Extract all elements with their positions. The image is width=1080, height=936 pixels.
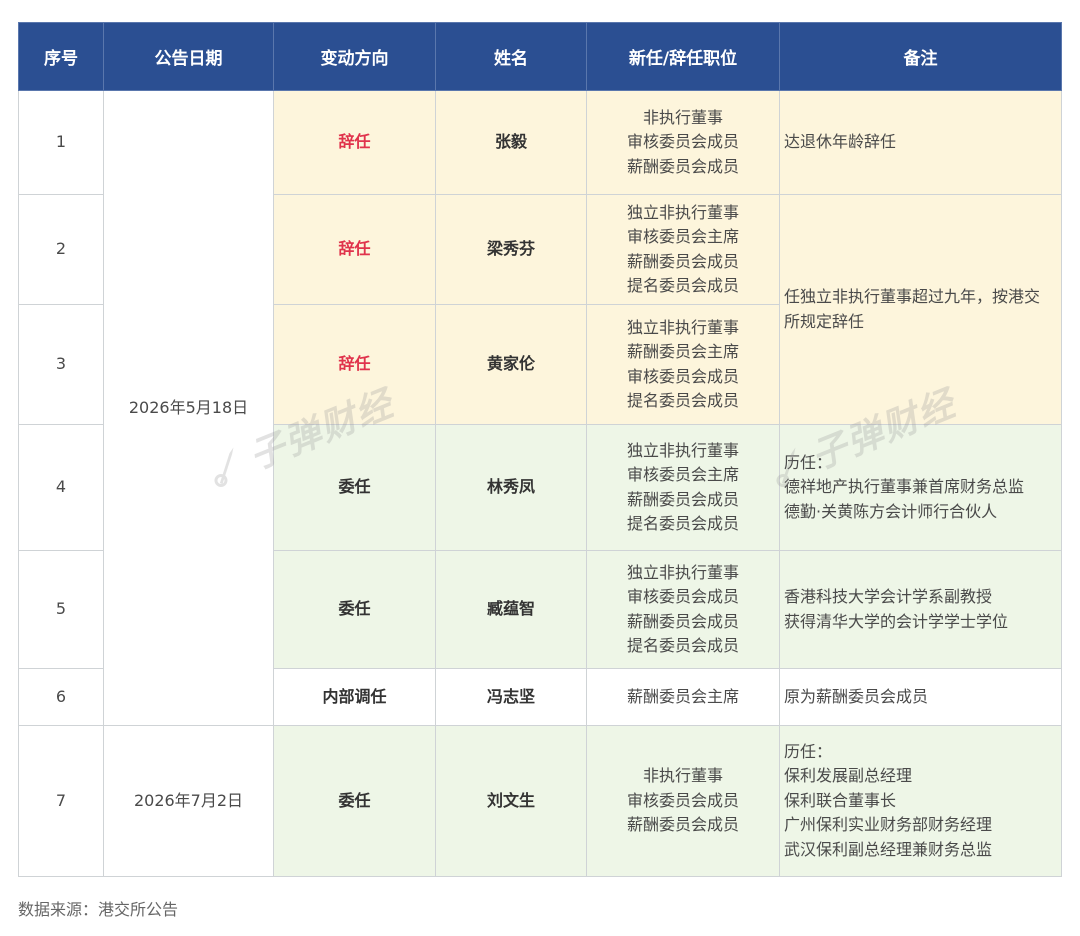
row-no: 7 [18, 725, 104, 877]
position-line: 审核委员会成员 [626, 132, 739, 152]
change-direction: 辞任 [273, 90, 436, 195]
position-line: 薪酬委员会主席 [626, 342, 739, 361]
person-name: 刘文生 [435, 725, 587, 877]
remark: 历任： 保利发展副总经理 保利联合董事长 广州保利实业财务部财务经理 武汉保利副… [779, 725, 1062, 877]
position-line: 审核委员会成员 [626, 790, 739, 810]
remark: 原为薪酬委员会成员 [779, 668, 1062, 726]
position-line: 薪酬委员会成员 [626, 611, 739, 631]
appointment-table-container: 序号 公告日期 变动方向 姓名 新任/辞任职位 备注 1 2026年5月18日 … [18, 22, 1062, 877]
row-no: 4 [18, 424, 104, 551]
position-line: 审核委员会成员 [626, 366, 739, 386]
remark-merged: 任独立非执行董事超过九年，按港交 所规定辞任 [779, 194, 1062, 425]
position-line: 独立非执行董事 [626, 440, 739, 460]
change-direction: 委任 [273, 424, 436, 551]
table-row: 7 2026年7月2日 委任 刘文生 非执行董事 审核委员会成员 薪酬委员会成员… [18, 725, 1062, 877]
position-line: 薪酬委员会成员 [626, 489, 739, 509]
remark-line: 德祥地产执行董事兼首席财务总监 [784, 477, 1025, 497]
position-line: 提名委员会成员 [626, 391, 739, 410]
remark-line: 获得清华大学的会计学学士学位 [784, 611, 1009, 631]
position-line: 提名委员会成员 [626, 636, 739, 655]
position-line: 审核委员会主席 [626, 465, 739, 484]
header-name: 姓名 [435, 22, 587, 91]
remark-line: 历任： [784, 741, 833, 761]
position-line: 薪酬委员会成员 [626, 815, 739, 835]
position-line: 非执行董事 [642, 766, 723, 786]
announcement-date: 2026年5月18日 [103, 90, 274, 726]
row-no: 1 [18, 90, 104, 195]
change-direction: 委任 [273, 725, 436, 877]
positions: 薪酬委员会主席 [586, 668, 780, 726]
remark-line: 广州保利实业财务部财务经理 [784, 815, 993, 835]
remark-line: 保利联合董事长 [784, 790, 897, 810]
row-no: 2 [18, 194, 104, 305]
position-line: 非执行董事 [642, 107, 723, 127]
header-remark: 备注 [779, 22, 1062, 91]
position-line: 薪酬委员会成员 [626, 156, 739, 176]
remark-line: 保利发展副总经理 [784, 766, 913, 786]
person-name: 黄家伦 [435, 304, 587, 425]
positions: 非执行董事 审核委员会成员 薪酬委员会成员 [586, 725, 780, 877]
positions: 独立非执行董事 审核委员会主席 薪酬委员会成员 提名委员会成员 [586, 424, 780, 551]
person-name: 林秀凤 [435, 424, 587, 551]
change-direction: 辞任 [273, 194, 436, 305]
remark-line: 原为薪酬委员会成员 [784, 686, 929, 706]
row-no: 5 [18, 550, 104, 669]
table-row: 1 2026年5月18日 辞任 张毅 非执行董事 审核委员会成员 薪酬委员会成员… [18, 90, 1062, 726]
remark-line: 香港科技大学会计学系副教授 [784, 587, 993, 606]
remark-line: 所规定辞任 [784, 311, 865, 331]
header-date: 公告日期 [103, 22, 274, 91]
remark: 香港科技大学会计学系副教授 获得清华大学的会计学学士学位 [779, 550, 1062, 669]
position-line: 审核委员会主席 [626, 227, 739, 246]
positions: 非执行董事 审核委员会成员 薪酬委员会成员 [586, 90, 780, 195]
remark: 历任： 德祥地产执行董事兼首席财务总监 德勤·关黄陈方会计师行合伙人 [779, 424, 1062, 551]
person-name: 臧蕴智 [435, 550, 587, 669]
board-change-table: 序号 公告日期 变动方向 姓名 新任/辞任职位 备注 1 2026年5月18日 … [18, 22, 1062, 877]
position-line: 提名委员会成员 [626, 276, 739, 295]
position-line: 薪酬委员会成员 [626, 251, 739, 271]
remark-line: 达退休年龄辞任 [784, 132, 897, 152]
remark-line: 武汉保利副总经理兼财务总监 [784, 839, 993, 859]
row-no: 6 [18, 668, 104, 726]
header-direction: 变动方向 [273, 22, 436, 91]
row-no: 3 [18, 304, 104, 425]
announcement-date: 2026年7月2日 [103, 725, 274, 877]
position-line: 审核委员会成员 [626, 587, 739, 606]
position-line: 薪酬委员会主席 [626, 686, 739, 706]
header-position: 新任/辞任职位 [586, 22, 780, 91]
position-line: 独立非执行董事 [626, 202, 739, 222]
header-no: 序号 [18, 22, 104, 91]
remark-line: 任独立非执行董事超过九年，按港交 [784, 287, 1041, 306]
remark-line: 历任： [784, 452, 833, 472]
positions: 独立非执行董事 审核委员会主席 薪酬委员会成员 提名委员会成员 [586, 194, 780, 305]
remark-line: 德勤·关黄陈方会计师行合伙人 [784, 501, 998, 521]
change-direction: 辞任 [273, 304, 436, 425]
change-direction: 内部调任 [273, 668, 436, 726]
positions: 独立非执行董事 审核委员会成员 薪酬委员会成员 提名委员会成员 [586, 550, 780, 669]
remark: 达退休年龄辞任 [779, 90, 1062, 195]
person-name: 张毅 [435, 90, 587, 195]
table-header-row: 序号 公告日期 变动方向 姓名 新任/辞任职位 备注 [18, 22, 1062, 91]
position-line: 独立非执行董事 [626, 562, 739, 582]
data-source-note: 数据来源：港交所公告 [18, 900, 179, 919]
position-line: 提名委员会成员 [626, 514, 739, 533]
position-line: 独立非执行董事 [626, 317, 739, 337]
change-direction: 委任 [273, 550, 436, 669]
person-name: 梁秀芬 [435, 194, 587, 305]
person-name: 冯志坚 [435, 668, 587, 726]
positions: 独立非执行董事 薪酬委员会主席 审核委员会成员 提名委员会成员 [586, 304, 780, 425]
